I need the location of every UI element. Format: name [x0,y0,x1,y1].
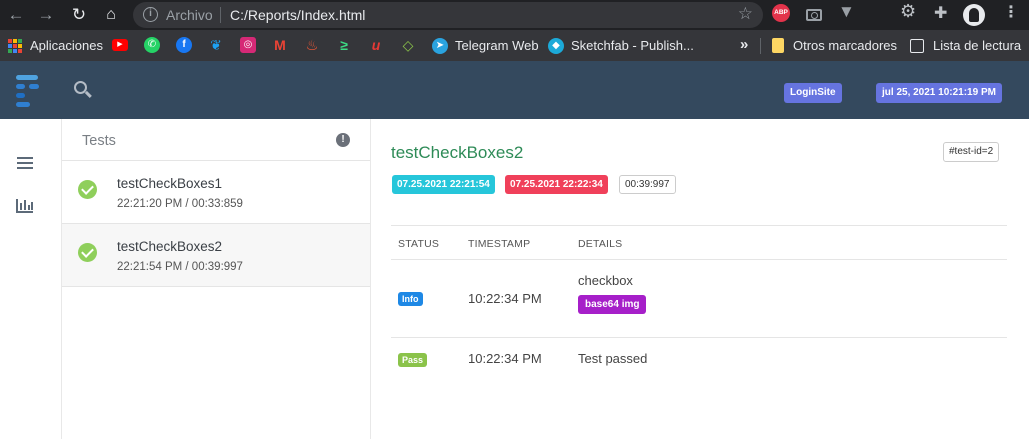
extensions-puzzle-icon[interactable]: ✚ [934,3,947,23]
duration-badge: 00:39:997 [619,175,676,194]
log-details: Test passed [578,351,648,366]
app-logo[interactable] [16,75,44,107]
url-text[interactable]: C:/Reports/Index.html [230,7,365,23]
address-bar[interactable]: i Archivo C:/Reports/Index.html ☆ [133,2,763,28]
gear-icon[interactable]: ⚙ [900,1,916,22]
sketchfab-icon: ◆ [548,37,564,54]
log-timestamp: 10:22:34 PM [468,291,542,306]
log-details: checkbox [578,273,633,288]
pass-check-icon [78,180,97,199]
start-time-badge: 07.25.2021 22:21:54 [392,175,495,194]
reading-list[interactable]: Lista de lectura [910,30,1021,61]
telegram-icon: ➤ [432,37,448,54]
test-title: testCheckBoxes2 [391,143,524,162]
camera-icon[interactable] [806,9,822,21]
test-list-header: Tests ! [62,119,370,161]
browser-toolbar: ← → ↻ ⌂ i Archivo C:/Reports/Index.html … [0,0,1029,30]
home-icon[interactable]: ⌂ [99,3,123,27]
reading-list-label: Lista de lectura [933,38,1022,53]
bookmark-label: Aplicaciones [30,38,103,53]
forward-arrow-icon[interactable]: → [34,3,58,27]
youtube-icon[interactable]: ▶ [112,39,128,51]
sidebar [0,119,62,439]
instagram-icon[interactable]: ◎ [240,37,256,53]
log-timestamp: 10:22:34 PM [468,351,542,366]
profile-avatar[interactable] [963,4,985,26]
bookmark-red-icon[interactable]: u [368,37,384,53]
base64-image-link[interactable]: base64 img [578,295,647,314]
scheme-label: Archivo [166,7,213,23]
bookmark-label: Telegram Web [455,38,539,53]
reload-icon[interactable]: ↻ [67,3,91,27]
apps-grid-icon [8,38,22,53]
adblock-plus-icon[interactable]: ABP [772,4,790,22]
gmail-icon[interactable]: M [272,37,288,53]
reading-list-icon [910,38,924,53]
test-list-item[interactable]: testCheckBoxes2 22:21:54 PM / 00:39:997 [62,224,370,287]
browser-menu-icon[interactable]: ⋮ [1003,2,1019,22]
table-row: Info 10:22:34 PM checkbox base64 img [391,260,1007,338]
status-badge: Pass [398,353,428,367]
search-icon[interactable] [74,81,87,94]
omnibox-divider [220,7,221,23]
test-name: testCheckBoxes2 [117,239,223,254]
status-badge: Info [398,292,423,306]
bookmark-telegram[interactable]: ➤ Telegram Web [432,30,539,61]
end-time-badge: 07.25.2021 22:22:34 [505,175,608,194]
test-list-title: Tests [82,133,116,149]
dashboard-chart-icon[interactable] [16,199,33,213]
more-bookmarks-icon[interactable]: » [740,36,748,53]
login-site-badge: LoginSite [784,83,842,103]
bookmarks-divider [760,38,761,54]
pass-check-icon [78,243,97,262]
whatsapp-icon[interactable]: ✆ [144,37,160,53]
column-header-status: STATUS [398,238,440,250]
facebook-icon[interactable]: f [176,37,192,53]
status-filter-icon[interactable]: ! [336,133,350,147]
vee-extension-icon[interactable]: ▼ [838,2,855,22]
report-datetime-badge: jul 25, 2021 10:21:19 PM [876,83,1002,103]
test-list-panel: Tests ! testCheckBoxes1 22:21:20 PM / 00… [62,119,371,439]
bookmark-apps[interactable]: Aplicaciones [8,30,103,61]
bookmark-green-icon[interactable]: ≥ [336,37,352,53]
folder-icon [772,38,784,53]
table-header-row: STATUS TIMESTAMP DETAILS [391,225,1007,260]
test-time: 22:21:54 PM / 00:39:997 [117,261,243,273]
test-name: testCheckBoxes1 [117,176,223,191]
bookmark-label: Sketchfab - Publish... [571,38,694,53]
site-info-icon[interactable]: i [143,7,158,22]
back-arrow-icon[interactable]: ← [4,3,28,27]
test-list-view-icon[interactable] [17,157,33,169]
other-bookmarks-folder[interactable]: Otros marcadores [772,30,897,61]
flame-icon[interactable]: ♨ [304,37,320,53]
test-list-item[interactable]: testCheckBoxes1 22:21:20 PM / 00:33:859 [62,161,370,224]
bookmark-sketchfab[interactable]: ◆ Sketchfab - Publish... [548,30,694,61]
test-detail-panel: testCheckBoxes2 #test-id=2 07.25.2021 22… [371,119,1029,439]
column-header-details: DETAILS [578,238,623,250]
bookmark-star-icon[interactable]: ☆ [738,4,753,24]
bookmarks-bar: Aplicaciones ▶ ✆ f ❦ ◎ M ♨ ≥ u ◇ ➤ Teleg… [0,30,1029,61]
table-row: Pass 10:22:34 PM Test passed [391,338,1007,380]
log-table: STATUS TIMESTAMP DETAILS Info 10:22:34 P… [391,225,1007,380]
other-bookmarks-label: Otros marcadores [793,38,898,53]
test-time: 22:21:20 PM / 00:33:859 [117,198,243,210]
test-id-badge: #test-id=2 [943,142,1000,162]
bookmark-diamond-icon[interactable]: ◇ [400,37,416,53]
twitter-icon[interactable]: ❦ [208,37,224,53]
app-header: LoginSite jul 25, 2021 10:21:19 PM [0,61,1029,119]
column-header-timestamp: TIMESTAMP [468,238,531,250]
